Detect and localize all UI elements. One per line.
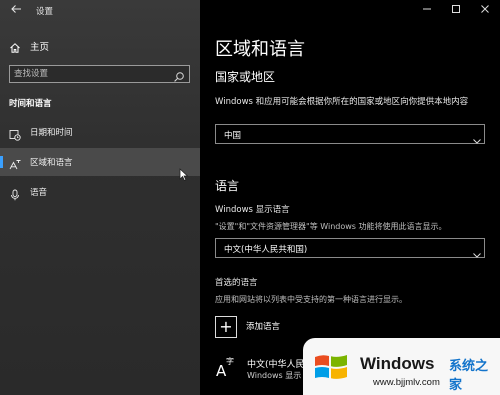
sidebar-item-date-time[interactable]: 日期和时间 [0,118,200,146]
display-language-description: "设置"和"文件资源管理器"等 Windows 功能将使用此语言显示。 [215,222,447,231]
settings-sidebar: 设置 主页 时间和语言 日期和时间 区域和语言 语音 [0,0,200,395]
display-language-dropdown-value: 中文(中华人民共和国) [224,245,308,255]
calendar-clock-icon [9,126,21,141]
minimize-icon[interactable] [413,0,441,18]
chevron-down-icon [472,130,482,144]
sidebar-item-label: 语音 [30,188,48,198]
chevron-down-icon [472,244,482,258]
watermark-suffix: 系统之家 [449,359,489,393]
nav-home-label: 主页 [30,42,50,53]
preferred-languages-description: 应用和网站将以列表中受支持的第一种语言进行显示。 [215,295,407,304]
title-bar: 设置 [0,0,200,22]
watermark-brand: Windows [360,354,435,373]
windows-logo-icon [313,351,349,383]
language-heading: 语言 [215,179,240,193]
sidebar-item-label: 日期和时间 [30,128,73,138]
language-icon: A字 [216,357,234,380]
section-header: 时间和语言 [9,99,52,109]
plus-icon: + [219,317,233,336]
country-description: Windows 和应用可能会根据你所在的国家或地区向你提供本地内容 [215,97,469,107]
region-language-icon [9,156,21,170]
maximize-icon[interactable] [442,0,470,18]
add-language-label[interactable]: 添加语言 [246,320,280,332]
sidebar-item-speech[interactable]: 语音 [0,178,200,206]
installed-language-sub: Windows 显示 [247,371,302,380]
country-heading: 国家或地区 [215,70,276,84]
installed-language-name[interactable]: 中文(中华人民 [247,357,305,370]
display-language-dropdown[interactable]: 中文(中华人民共和国) [215,238,485,258]
sidebar-item-label: 区域和语言 [30,158,73,168]
country-dropdown[interactable]: 中国 [215,124,485,144]
preferred-languages-heading: 首选的语言 [215,278,258,288]
page-title: 区域和语言 [215,39,305,60]
home-icon [9,39,21,53]
search-icon[interactable] [173,68,185,82]
settings-content: 区域和语言 国家或地区 Windows 和应用可能会根据你所在的国家或地区向你提… [200,0,500,395]
watermark: Windows 系统之家 www.bjjmlv.com [303,338,500,395]
microphone-icon [9,186,21,201]
back-arrow-icon[interactable] [9,3,23,17]
nav-home[interactable]: 主页 [0,36,200,56]
search-box[interactable] [9,65,190,83]
mouse-cursor-icon [179,167,189,182]
add-language-button[interactable]: + [215,316,237,338]
country-dropdown-value: 中国 [224,131,242,141]
display-language-label: Windows 显示语言 [215,205,290,215]
sidebar-item-region-language[interactable]: 区域和语言 [0,148,200,176]
selection-indicator [0,156,3,168]
close-icon[interactable] [471,0,499,18]
watermark-url: www.bjjmlv.com [373,377,440,388]
window-title: 设置 [36,7,54,17]
search-input[interactable] [14,68,164,80]
